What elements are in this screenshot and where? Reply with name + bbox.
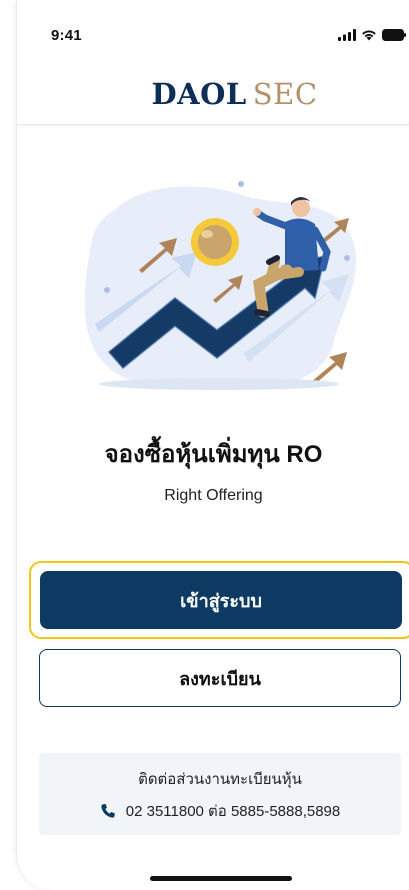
login-button[interactable]: เข้าสู่ระบบ bbox=[40, 571, 402, 629]
decor-dot bbox=[104, 287, 110, 293]
status-icons bbox=[338, 29, 406, 41]
logo-sec: SEC bbox=[252, 77, 318, 111]
signal-icon bbox=[338, 29, 356, 41]
phone-icon bbox=[101, 804, 115, 818]
coin-inner bbox=[198, 225, 232, 259]
status-bar: 9:41 bbox=[17, 0, 409, 60]
home-indicator[interactable] bbox=[150, 876, 292, 881]
decor-dot bbox=[238, 181, 244, 187]
register-button[interactable]: ลงทะเบียน bbox=[39, 649, 401, 707]
phone-screen: 9:41 DAOL SEC จองซื้อหุ้นเพิ่มทุน RO Rig… bbox=[16, 0, 409, 890]
logo-daol: DAOL bbox=[151, 77, 247, 111]
decor-dot bbox=[344, 255, 350, 261]
battery-icon bbox=[382, 29, 406, 41]
daol-sec-logo: DAOL SEC bbox=[151, 77, 317, 111]
status-time: 9:41 bbox=[51, 27, 82, 44]
contact-phone-row[interactable]: 02 3511800 ต่อ 5885-5888,5898 bbox=[39, 799, 401, 823]
app-header: DAOL SEC bbox=[17, 60, 409, 125]
page-subtitle: Right Offering bbox=[164, 487, 263, 504]
contact-label: ติดต่อส่วนงานทะเบียนหุ้น bbox=[138, 771, 302, 788]
ground-shadow bbox=[99, 378, 339, 390]
page-title: จองซื้อหุ้นเพิ่มทุน RO bbox=[104, 441, 323, 468]
growth-illustration bbox=[84, 181, 357, 390]
contact-box: ติดต่อส่วนงานทะเบียนหุ้น 02 3511800 ต่อ … bbox=[39, 753, 401, 835]
wifi-icon bbox=[362, 30, 376, 41]
contact-phone: 02 3511800 ต่อ 5885-5888,5898 bbox=[125, 803, 341, 820]
